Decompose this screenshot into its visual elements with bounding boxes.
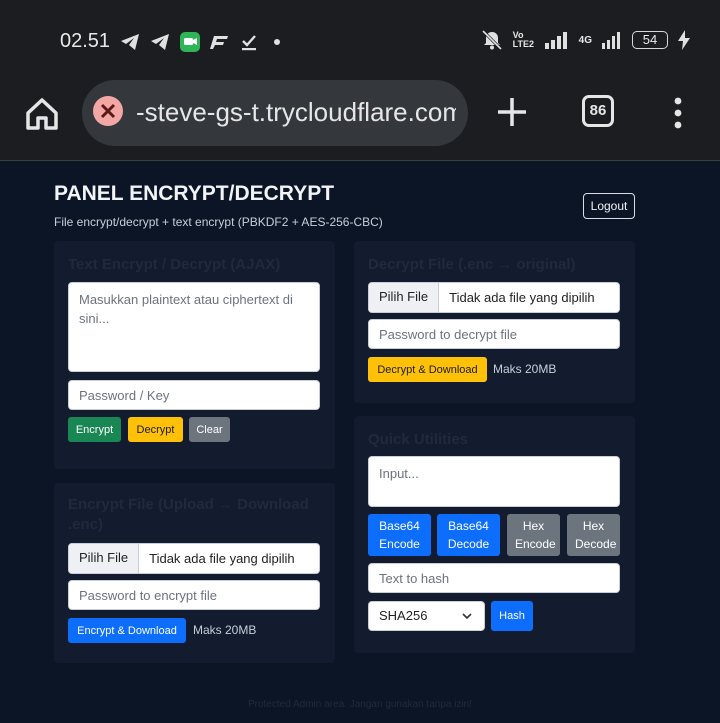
- encrypt-button[interactable]: Encrypt: [68, 417, 121, 442]
- hex-decode-button[interactable]: Hex Decode: [567, 514, 620, 556]
- hash-algorithm-select[interactable]: SHA256: [368, 601, 485, 631]
- more-menu-icon[interactable]: [670, 96, 686, 130]
- tab-switcher-button[interactable]: 86: [582, 95, 614, 127]
- clear-button[interactable]: Clear: [189, 417, 230, 442]
- messages-icon: [180, 32, 200, 52]
- logout-button[interactable]: Logout: [583, 193, 635, 219]
- max-size-note: Maks 20MB: [193, 623, 257, 637]
- encrypt-password-input[interactable]: [68, 580, 320, 610]
- encrypt-download-button[interactable]: Encrypt & Download: [68, 618, 186, 643]
- battery-indicator: 54: [632, 31, 668, 49]
- mute-icon: [481, 30, 502, 50]
- hex-encode-button[interactable]: Hex Encode: [507, 514, 560, 556]
- decrypt-file-input[interactable]: Pilih File Tidak ada file yang dipilih: [368, 282, 620, 313]
- decrypt-download-button[interactable]: Decrypt & Download: [368, 357, 487, 382]
- utility-input[interactable]: [368, 456, 620, 507]
- home-icon[interactable]: [22, 94, 62, 134]
- hash-button[interactable]: Hash: [491, 601, 533, 631]
- file-name-label: Tidak ada file yang dipilih: [149, 551, 295, 566]
- charging-icon: [678, 30, 690, 50]
- text-crypto-card: Text Encrypt / Decrypt (AJAX) Encrypt De…: [54, 241, 335, 469]
- max-size-note: Maks 20MB: [493, 362, 557, 376]
- telegram-icon: [151, 34, 169, 50]
- address-bar[interactable]: -steve-gs-t.trycloudflare.com: [82, 80, 468, 146]
- dot-icon: [274, 39, 280, 45]
- browser-toolbar: -steve-gs-t.trycloudflare.com 86: [0, 80, 720, 161]
- card-title: Encrypt File (Upload → Download .enc): [68, 496, 309, 533]
- page-title: PANEL ENCRYPT/DECRYPT: [54, 182, 335, 205]
- choose-file-button[interactable]: Pilih File: [369, 283, 440, 312]
- footer-note: Protected Admin area. Jangan gunakan tan…: [247, 699, 473, 710]
- system-icons: Vo LTE2 4G 54: [481, 30, 690, 50]
- card-title: Decrypt File (.enc → original): [368, 256, 576, 273]
- decrypt-password-input[interactable]: [368, 319, 620, 349]
- signal-icon: [602, 32, 620, 49]
- hash-text-input[interactable]: [368, 563, 620, 593]
- decrypt-file-card: Decrypt File (.enc → original) Pilih Fil…: [354, 241, 635, 403]
- card-title: Text Encrypt / Decrypt (AJAX): [68, 256, 281, 273]
- choose-file-button[interactable]: Pilih File: [69, 544, 140, 573]
- hash-algorithm-value: SHA256: [379, 608, 428, 623]
- base64-decode-button[interactable]: Base64 Decode: [437, 514, 500, 556]
- app-icon: [210, 36, 228, 49]
- quick-utilities-card: Quick Utilities Base64 Encode Base64 Dec…: [354, 416, 635, 653]
- card-title: Quick Utilities: [368, 431, 469, 448]
- notification-icons: [120, 32, 286, 52]
- volte-indicator: Vo LTE2: [512, 30, 534, 49]
- encrypt-file-input[interactable]: Pilih File Tidak ada file yang dipilih: [68, 543, 320, 574]
- close-icon[interactable]: [93, 96, 123, 126]
- encrypt-file-card: Encrypt File (Upload → Download .enc) Pi…: [54, 483, 335, 663]
- chevron-down-icon: [462, 613, 472, 620]
- key-input[interactable]: [68, 380, 320, 410]
- file-name-label: Tidak ada file yang dipilih: [449, 290, 595, 305]
- new-tab-icon[interactable]: [494, 92, 530, 132]
- status-bar: 02.51 Vo LTE2 4G 54: [0, 0, 720, 80]
- text-input[interactable]: [68, 282, 320, 372]
- network-type: 4G: [578, 34, 592, 46]
- url-text[interactable]: -steve-gs-t.trycloudflare.com: [136, 97, 456, 128]
- signal-icon: [544, 32, 567, 49]
- download-done-icon: [242, 35, 256, 51]
- telegram-icon: [121, 34, 139, 50]
- decrypt-button[interactable]: Decrypt: [128, 417, 183, 442]
- base64-encode-button[interactable]: Base64 Encode: [368, 514, 431, 556]
- page-subtitle: File encrypt/decrypt + text encrypt (PBK…: [54, 215, 383, 229]
- status-time: 02.51: [60, 30, 111, 52]
